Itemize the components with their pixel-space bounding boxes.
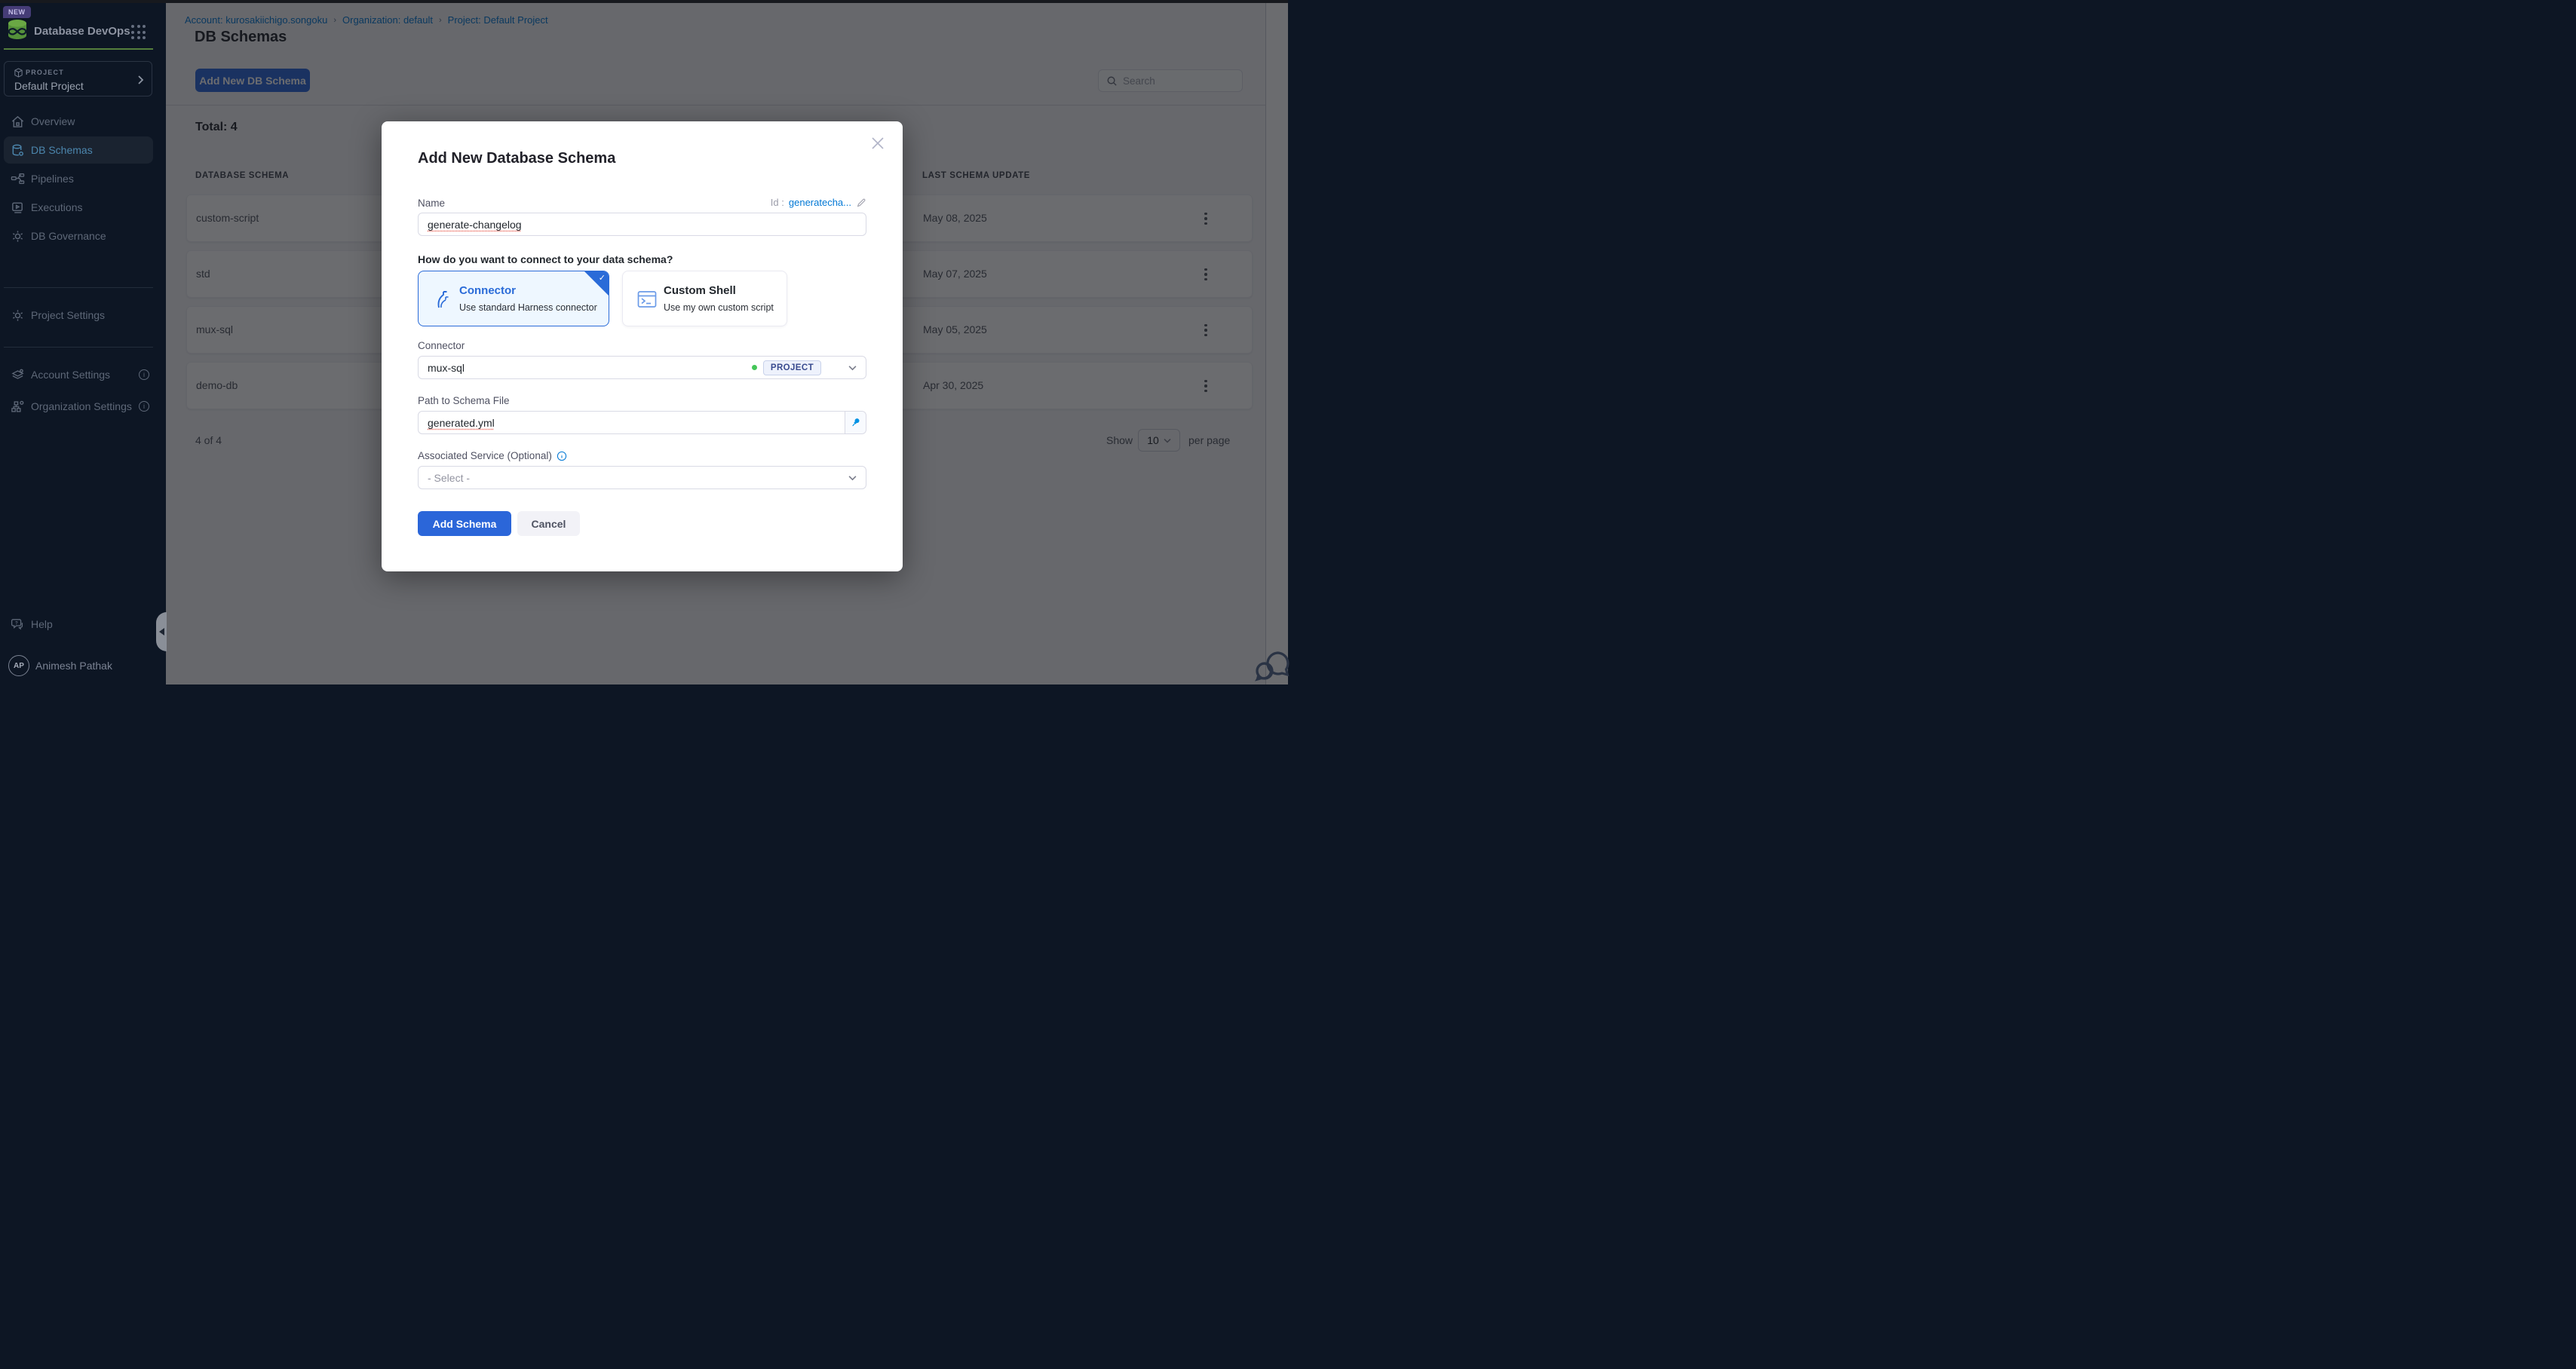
chevron-right-icon <box>137 75 144 85</box>
sidebar-item-help[interactable]: ? Help <box>0 611 166 638</box>
service-placeholder: - Select - <box>428 472 848 484</box>
sidebar-collapse-handle[interactable] <box>156 612 167 651</box>
sidebar-item-label: Executions <box>31 201 82 213</box>
user-menu[interactable]: AP Animesh Pathak <box>0 652 166 679</box>
path-value: generated.yml <box>428 417 495 429</box>
sidebar-item-db-governance[interactable]: DB Governance <box>0 222 166 250</box>
close-icon[interactable] <box>869 135 886 152</box>
sidebar-item-overview[interactable]: Overview <box>0 108 166 135</box>
svg-text:?: ? <box>14 620 17 626</box>
avatar: AP <box>8 655 29 676</box>
option-card-custom-shell[interactable]: Custom Shell Use my own custom script <box>622 271 787 326</box>
sidebar: NEW Database DevOps PROJECT Default Proj… <box>0 3 166 684</box>
entity-id-row: Id : generatecha... <box>771 197 866 208</box>
pin-icon <box>850 417 861 428</box>
sidebar-item-label: Organization Settings <box>31 400 132 412</box>
option-title: Custom Shell <box>664 284 736 297</box>
runtime-input-pin[interactable] <box>845 412 866 433</box>
edit-pencil-icon[interactable] <box>856 198 866 208</box>
sidebar-item-executions[interactable]: Executions <box>0 194 166 221</box>
sidebar-item-organization-settings[interactable]: Organization Settings i <box>0 393 166 420</box>
project-name: Default Project <box>14 80 84 92</box>
project-selector[interactable]: PROJECT Default Project <box>4 61 152 96</box>
sidebar-item-label: Help <box>31 618 53 630</box>
modal-title: Add New Database Schema <box>418 150 615 167</box>
connector-select[interactable]: mux-sql PROJECT <box>418 356 866 379</box>
sidebar-item-account-settings[interactable]: Account Settings i <box>0 361 166 388</box>
service-select[interactable]: - Select - <box>418 466 866 489</box>
sidebar-divider <box>4 347 153 348</box>
sidebar-item-label: Account Settings <box>31 369 110 381</box>
home-icon <box>10 115 25 129</box>
sidebar-item-db-schemas[interactable]: DB Schemas <box>0 136 166 164</box>
id-value-link[interactable]: generatecha... <box>789 197 851 208</box>
add-schema-button[interactable]: Add Schema <box>418 511 511 536</box>
help-chat-icon: ? <box>10 617 25 632</box>
sidebar-item-label: Project Settings <box>31 309 105 321</box>
sidebar-divider <box>4 287 153 288</box>
info-icon[interactable] <box>557 451 567 461</box>
info-icon[interactable]: i <box>139 401 149 412</box>
org-chart-gear-icon <box>10 400 25 414</box>
service-label: Associated Service (Optional) <box>418 450 552 461</box>
info-icon[interactable]: i <box>139 369 149 380</box>
connector-arrows-icon <box>432 289 453 310</box>
sidebar-item-label: DB Schemas <box>31 144 93 156</box>
sidebar-item-project-settings[interactable]: Project Settings <box>0 302 166 329</box>
sidebar-item-label: DB Governance <box>31 230 106 242</box>
gear-icon <box>10 308 25 323</box>
module-grid-icon[interactable] <box>131 25 146 40</box>
add-schema-modal: Add New Database Schema Name Id : genera… <box>382 121 903 571</box>
sidebar-item-label: Pipelines <box>31 173 74 185</box>
scope-dot <box>752 365 757 370</box>
terminal-icon <box>636 289 658 310</box>
check-icon: ✓ <box>599 273 606 283</box>
connector-label: Connector <box>418 340 465 351</box>
option-desc: Use standard Harness connector <box>459 302 597 313</box>
new-badge: NEW <box>3 6 31 18</box>
layers-gear-icon <box>10 368 25 382</box>
chevron-down-icon <box>848 475 857 481</box>
path-label: Path to Schema File <box>418 395 510 406</box>
product-title: Database DevOps <box>34 25 130 38</box>
sidebar-item-pipelines[interactable]: Pipelines <box>0 165 166 192</box>
name-input[interactable]: generate-changelog <box>418 213 866 236</box>
cancel-button[interactable]: Cancel <box>517 511 580 536</box>
option-desc: Use my own custom script <box>664 302 774 313</box>
browser-chrome-strip <box>0 0 1288 3</box>
database-devops-logo-icon <box>5 17 29 41</box>
scope-tag: PROJECT <box>763 360 821 375</box>
user-name: Animesh Pathak <box>35 660 112 672</box>
chevron-down-icon <box>848 365 857 371</box>
brand-divider <box>4 48 153 50</box>
name-label: Name <box>418 198 445 209</box>
name-value: generate-changelog <box>428 219 522 231</box>
sidebar-item-label: Overview <box>31 115 75 127</box>
project-scope-label: PROJECT <box>26 69 64 76</box>
path-input[interactable]: generated.yml <box>418 411 866 434</box>
executions-icon <box>10 201 25 215</box>
connection-question: How do you want to connect to your data … <box>418 253 673 265</box>
governance-gear-icon <box>10 229 25 243</box>
cube-icon <box>14 68 23 78</box>
chat-widget-icon[interactable] <box>1252 650 1294 691</box>
connector-value: mux-sql <box>428 362 746 374</box>
id-prefix: Id : <box>771 197 784 208</box>
option-card-connector[interactable]: ✓ Connector Use standard Harness connect… <box>418 271 609 326</box>
pipelines-icon <box>10 172 25 186</box>
option-title: Connector <box>459 284 516 297</box>
db-schemas-icon <box>10 143 25 158</box>
collapse-arrow-icon <box>159 628 164 635</box>
service-label-row: Associated Service (Optional) <box>418 450 567 461</box>
